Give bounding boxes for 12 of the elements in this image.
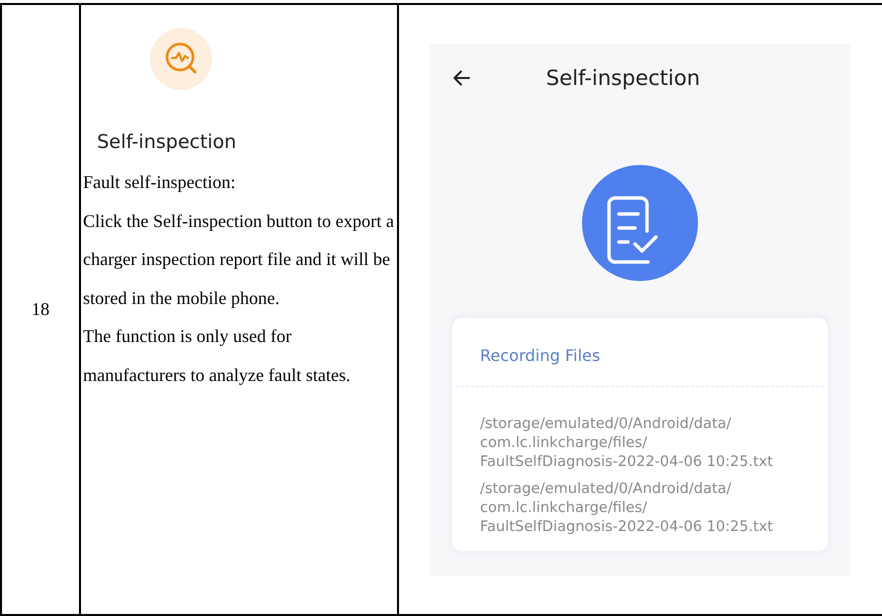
card-title: Recording Files [479,345,602,367]
screen-title: Self-inspection [546,66,700,90]
feature-label: Self-inspection [97,131,238,153]
row-number: 18 [32,299,50,320]
file-path[interactable]: /storage/emulated/0/Android/data/ com.lc.linkcharge/files/ FaultSelfDiagnosis-2022-04-06 10:25.txt [480,415,828,472]
file-path[interactable]: /storage/emulated/0/Android/data/ com.lc.linkcharge/files/ FaultSelfDiagnosis-2022-04-06 10:25.txt [480,480,828,537]
description-paragraph: Fault self-inspection: [83,171,236,194]
back-arrow-icon[interactable] [452,68,472,88]
document-check-icon [582,165,698,281]
description-paragraph: The function is only used for manufacturers to analyze fault states. [83,325,352,387]
description-paragraph: Click the Self-inspection button to export a charger inspection report file and it will be stored in the mobile phone. [83,210,395,310]
magnifier-pulse-icon [150,28,212,90]
